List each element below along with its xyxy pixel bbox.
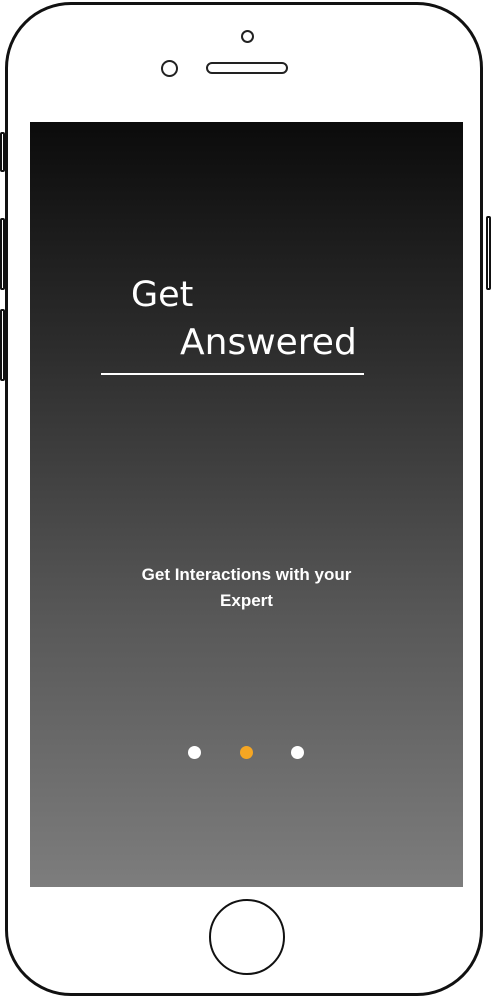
earpiece-speaker-icon [206, 62, 288, 74]
title-underline-divider [101, 373, 364, 375]
page-indicator [30, 746, 463, 760]
power-button [486, 216, 491, 290]
subtitle-line-1: Get Interactions with your [141, 565, 352, 584]
proximity-sensor-icon [161, 60, 178, 77]
page-dot-2[interactable] [240, 746, 253, 759]
home-button-icon[interactable] [209, 899, 285, 975]
front-camera-icon [241, 30, 254, 43]
onboarding-screen: Get Answered Get Interactions with your … [30, 122, 463, 887]
page-dot-3[interactable] [291, 746, 304, 759]
page-dot-1[interactable] [188, 746, 201, 759]
title-line-answered: Answered [180, 322, 357, 363]
subtitle-line-2: Expert [220, 591, 273, 610]
title-line-get: Get [131, 275, 194, 315]
onboarding-subtitle: Get Interactions with your Expert [70, 562, 423, 614]
